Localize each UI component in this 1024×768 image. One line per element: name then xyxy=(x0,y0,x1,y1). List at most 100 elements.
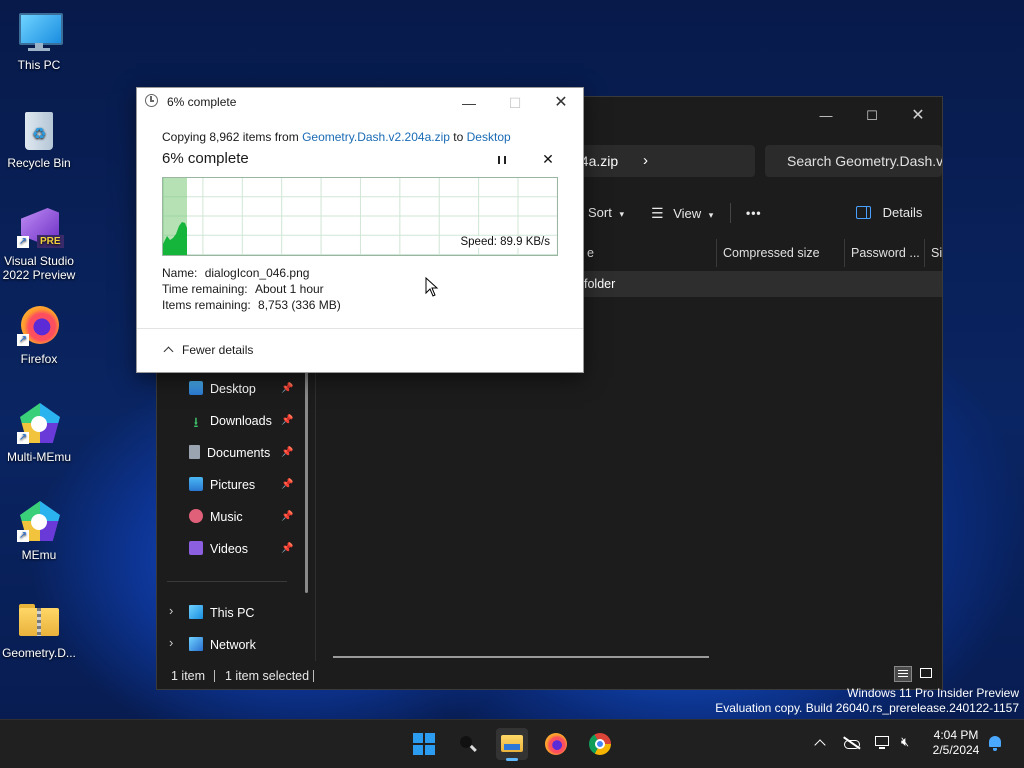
minimize-button[interactable]: — xyxy=(446,89,492,117)
selection-count: 1 item selected xyxy=(225,669,310,683)
cancel-copy-button[interactable]: ✕ xyxy=(539,150,557,168)
items-label: Items remaining: xyxy=(162,298,251,312)
details-view-icon[interactable] xyxy=(894,666,912,682)
pin-icon: 📌 xyxy=(281,415,294,426)
horizontal-scrollbar[interactable] xyxy=(333,656,709,658)
network-status-icon[interactable] xyxy=(874,734,892,750)
taskbar: 🔇︎ 4:04 PM 2/5/2024 xyxy=(0,719,1024,768)
desktop-icon-this-pc[interactable]: This PC xyxy=(0,0,78,72)
desktop-icon-label: Geometry.D... xyxy=(2,646,76,660)
desktop-icon-multi-memu[interactable]: ↗ Multi-MEmu xyxy=(0,392,78,464)
maximize-button: ☐ xyxy=(508,95,522,111)
expand-chevron-icon[interactable]: › xyxy=(169,635,173,650)
command-divider xyxy=(730,203,731,223)
status-bar: 1 item 1 item selected xyxy=(157,663,942,689)
transfer-speed: Speed: 89.9 KB/s xyxy=(459,236,551,248)
nav-item-downloads[interactable]: ⭳ Downloads xyxy=(189,407,272,435)
progress-graph: Speed: 89.9 KB/s xyxy=(162,177,558,256)
multi-memu-icon: ↗ xyxy=(17,402,61,446)
copy-prefix: Copying 8,962 items from xyxy=(162,130,299,144)
clock[interactable]: 4:04 PM 2/5/2024 xyxy=(928,728,984,758)
network-icon xyxy=(189,637,203,651)
nav-item-videos[interactable]: Videos xyxy=(189,535,248,563)
show-hidden-icons-button[interactable] xyxy=(810,734,830,754)
more-options-button[interactable]: ••• xyxy=(746,199,762,227)
time-value: About 1 hour xyxy=(254,282,324,296)
memu-icon: ↗ xyxy=(17,500,61,544)
nav-label: Downloads xyxy=(210,414,272,428)
mouse-cursor-icon xyxy=(425,277,439,297)
firefox-icon: ↗ xyxy=(17,304,61,348)
desktop-icon-firefox[interactable]: ↗ Firefox xyxy=(0,294,78,366)
search-input[interactable]: Search Geometry.Dash.v2 xyxy=(765,145,942,177)
file-explorer-taskbar-button[interactable] xyxy=(496,728,528,761)
copy-progress-dialog[interactable]: 6% complete — ☐ ✕ Copying 8,962 items fr… xyxy=(136,87,584,373)
minimize-button[interactable]: — xyxy=(803,103,849,129)
address-bar[interactable]: 04a.zip › xyxy=(557,145,755,177)
desktop-icon-visual-studio[interactable]: PRE ↗ Visual Studio 2022 Preview xyxy=(0,196,78,282)
item-count: 1 item xyxy=(171,669,206,683)
status-divider xyxy=(313,670,314,682)
desktop-icon-memu[interactable]: ↗ MEmu xyxy=(0,490,78,562)
pin-icon: 📌 xyxy=(281,511,294,522)
column-header-name[interactable]: e xyxy=(581,239,716,267)
details-pane-icon xyxy=(856,206,871,219)
nav-label: Desktop xyxy=(210,382,256,396)
destination-link[interactable]: Desktop xyxy=(467,130,511,144)
name-value: dialogIcon_046.png xyxy=(204,266,310,280)
items-remaining: Items remaining: 8,753 (336 MB) xyxy=(162,298,341,312)
chrome-taskbar-button[interactable] xyxy=(584,728,616,760)
nav-item-music[interactable]: Music xyxy=(189,503,243,531)
desktop-icon-label: Visual Studio 2022 Preview xyxy=(2,254,76,282)
copy-summary: Copying 8,962 items from Geometry.Dash.v… xyxy=(162,130,511,144)
maximize-button[interactable]: ☐ xyxy=(849,103,895,129)
fewer-details-button[interactable]: Fewer details xyxy=(163,343,253,357)
pin-icon: 📌 xyxy=(281,543,294,554)
start-button[interactable] xyxy=(408,728,440,760)
desktop-icon-recycle-bin[interactable]: ♻ Recycle Bin xyxy=(0,98,78,170)
progress-heading: 6% complete xyxy=(162,150,249,167)
preview-badge: PRE xyxy=(37,235,64,248)
copy-to-word: to xyxy=(453,130,464,144)
speed-chart xyxy=(163,222,187,255)
nav-label: Music xyxy=(210,510,243,524)
pin-icon: 📌 xyxy=(281,383,294,394)
desktop-icon-label: This PC xyxy=(17,58,61,72)
details-label: Details xyxy=(882,205,923,220)
close-button[interactable]: ✕ xyxy=(538,89,584,117)
view-icon: ☰ xyxy=(651,205,664,221)
nav-item-this-pc[interactable]: This PC xyxy=(189,599,254,627)
chevron-right-icon[interactable]: › xyxy=(643,145,648,177)
column-header-size[interactable]: Siz xyxy=(924,239,942,267)
column-header-compressed-size[interactable]: Compressed size xyxy=(716,239,844,267)
column-header-password[interactable]: Password ... xyxy=(844,239,924,267)
nav-item-network[interactable]: Network xyxy=(189,631,256,659)
notification-bell-icon[interactable] xyxy=(988,736,1002,752)
firefox-taskbar-button[interactable] xyxy=(540,728,572,760)
file-row-type: folder xyxy=(584,277,616,291)
close-button[interactable]: ✕ xyxy=(895,103,941,129)
desktop-icon-geometry-dash-folder[interactable]: Geometry.D... xyxy=(0,588,78,660)
nav-item-pictures[interactable]: Pictures xyxy=(189,471,255,499)
search-button[interactable] xyxy=(452,728,484,760)
desktop-icon xyxy=(189,381,203,395)
source-link[interactable]: Geometry.Dash.v2.204a.zip xyxy=(302,130,450,144)
chevron-down-icon: ▾ xyxy=(619,209,624,219)
tiles-view-icon[interactable] xyxy=(917,666,935,682)
pin-icon: 📌 xyxy=(281,479,294,490)
expand-chevron-icon[interactable]: › xyxy=(169,603,173,618)
cloud-offline-icon[interactable] xyxy=(842,736,862,750)
nav-separator xyxy=(167,581,287,582)
nav-item-documents[interactable]: Documents xyxy=(189,439,270,467)
pause-icon xyxy=(498,156,506,164)
details-pane-button[interactable]: Details xyxy=(856,199,922,227)
nav-item-desktop[interactable]: Desktop xyxy=(189,375,256,403)
volume-muted-icon[interactable]: 🔇︎ xyxy=(901,734,919,750)
watermark-build: Evaluation copy. Build 26040.rs_prerelea… xyxy=(715,701,1019,715)
zip-folder-icon xyxy=(17,598,61,642)
pictures-icon xyxy=(189,477,203,491)
desktop-icon-label: Multi-MEmu xyxy=(6,450,71,464)
sort-button[interactable]: Sort ▾ xyxy=(588,199,624,227)
view-button[interactable]: ☰ View ▾ xyxy=(651,199,713,227)
pause-button[interactable] xyxy=(493,151,511,169)
